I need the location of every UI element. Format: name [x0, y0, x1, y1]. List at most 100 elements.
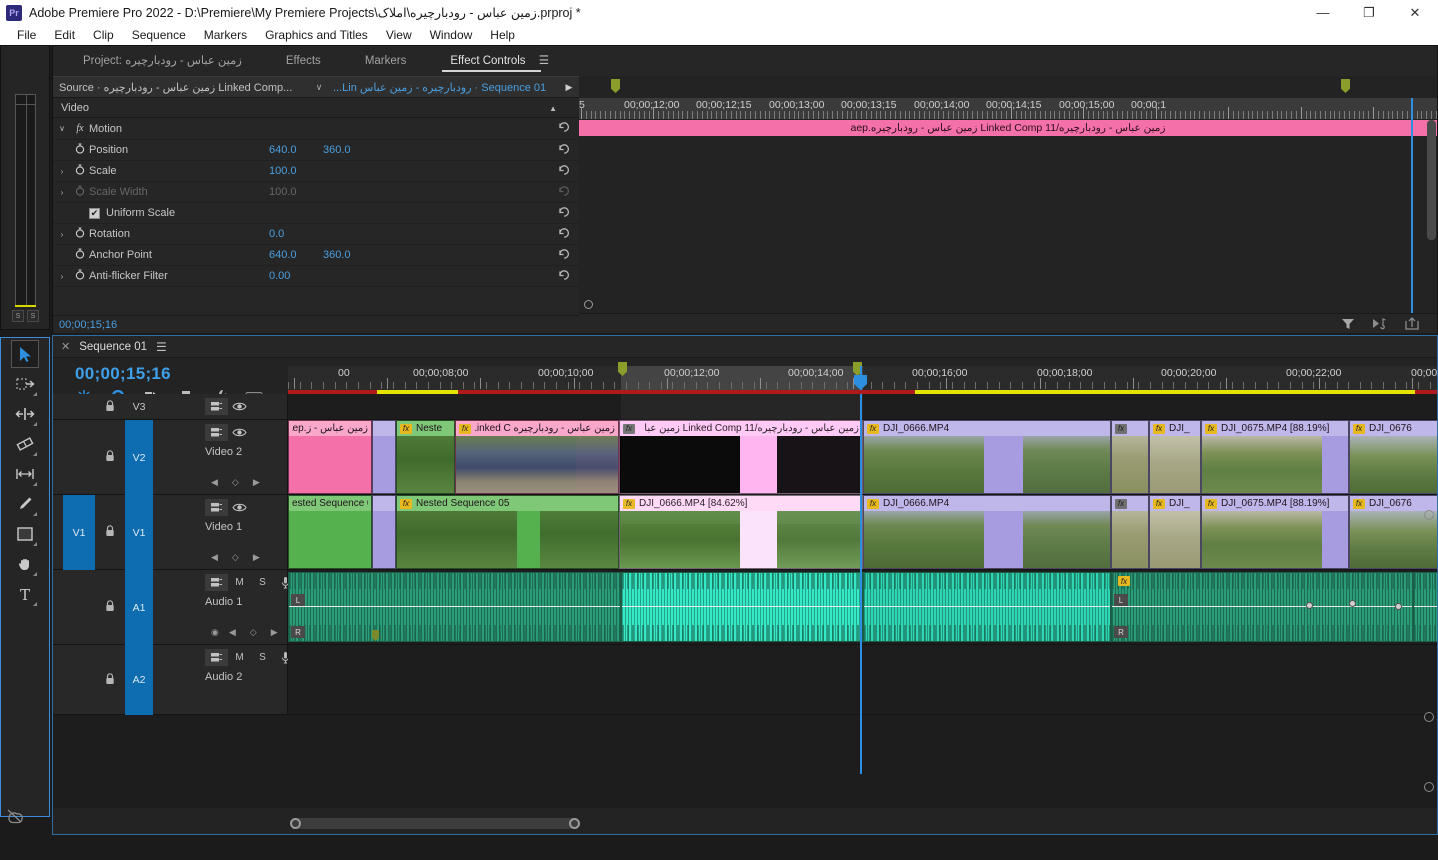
track-header-v2[interactable]: V2 Video 2 ◀ ◇ ▶: [53, 420, 288, 495]
clip-fx-badge[interactable]: fx: [1205, 498, 1217, 509]
tab-effect-controls[interactable]: Effect Controls ☰: [428, 46, 571, 76]
video-group-header[interactable]: Video ▲: [53, 98, 579, 118]
clip-fx-badge[interactable]: fx: [400, 498, 412, 509]
audio-clip[interactable]: LR: [1111, 572, 1413, 642]
pen-tool[interactable]: [11, 490, 39, 518]
clip-fx-badge[interactable]: fx: [400, 423, 412, 434]
track-number-a1[interactable]: A1: [125, 570, 153, 645]
track-header-v3[interactable]: V3: [53, 394, 288, 420]
track-lock-icon[interactable]: [105, 673, 115, 688]
track-header-a2[interactable]: A2 M S Audio 2: [53, 645, 289, 715]
stopwatch-icon[interactable]: [71, 164, 89, 178]
clip-fx-badge[interactable]: fx: [1115, 498, 1127, 509]
stopwatch-icon[interactable]: [71, 248, 89, 262]
eye-icon[interactable]: [228, 499, 251, 516]
timeline-ruler[interactable]: 00 00;00;08;00 00;00;10;00 00;00;12;00 0…: [288, 362, 1438, 390]
clip-fx-badge[interactable]: fx: [1353, 498, 1365, 509]
scale-width-expand-chevron-icon[interactable]: ›: [53, 188, 71, 197]
panel-menu-icon[interactable]: ☰: [156, 340, 167, 354]
clip-fx-badge[interactable]: fx: [623, 423, 635, 434]
scrollbar-left-handle[interactable]: [290, 818, 301, 829]
prev-keyframe-icon[interactable]: ◀: [211, 552, 218, 563]
audio-clip[interactable]: [1413, 572, 1437, 642]
property-row-scale-width[interactable]: › Scale Width 100.0: [53, 182, 579, 203]
rotation-value[interactable]: 0.0: [269, 228, 323, 240]
timeline-clip[interactable]: fx Nested Sequence 05: [396, 495, 619, 569]
timeline-clip[interactable]: [372, 495, 396, 569]
next-keyframe-icon[interactable]: ▶: [271, 627, 278, 638]
work-area-marker-icon[interactable]: [611, 79, 620, 93]
effect-controls-vertical-scrollbar[interactable]: [1427, 120, 1436, 240]
stopwatch-icon[interactable]: [71, 227, 89, 241]
anchor-point-x-value[interactable]: 640.0: [269, 249, 323, 261]
sync-lock-icon[interactable]: [205, 398, 228, 415]
clip-fx-badge[interactable]: fx: [1153, 498, 1165, 509]
track-content-a2[interactable]: [288, 645, 1437, 715]
filter-icon[interactable]: [1341, 317, 1355, 333]
menu-window[interactable]: Window: [421, 25, 482, 45]
property-row-rotation[interactable]: › Rotation 0.0: [53, 224, 579, 245]
track-content-v2[interactable]: زمین عباس - ز.aepfxNestefxزمین عباس - رو…: [288, 420, 1437, 495]
audio-gain-line[interactable]: [1112, 606, 1412, 607]
clip-fx-badge[interactable]: fx: [623, 498, 635, 509]
menu-view[interactable]: View: [377, 25, 421, 45]
track-name-a2[interactable]: Audio 2: [205, 671, 242, 683]
position-x-value[interactable]: 640.0: [269, 144, 323, 156]
close-icon[interactable]: ✕: [61, 340, 70, 353]
add-keyframe-icon[interactable]: ◇: [232, 477, 239, 488]
uniform-scale-checkbox[interactable]: ✔: [89, 207, 100, 219]
reset-icon[interactable]: [558, 121, 571, 136]
reset-icon[interactable]: [558, 143, 571, 158]
effect-controls-ruler[interactable]: 00;00;12;00 00;00;12;15 00;00;13;00 00;0…: [579, 98, 1437, 120]
track-height-handle[interactable]: [1424, 510, 1434, 520]
menu-clip[interactable]: Clip: [84, 25, 123, 45]
menu-help[interactable]: Help: [481, 25, 524, 45]
timeline-clip[interactable]: fx DJI_0675.MP4 [88.19%]: [1201, 495, 1349, 569]
anti-flicker-value[interactable]: 0.00: [269, 270, 323, 282]
stopwatch-icon[interactable]: [71, 269, 89, 283]
clip-fx-badge[interactable]: fx: [867, 498, 879, 509]
rolling-edit-tool[interactable]: [11, 430, 39, 458]
selection-tool[interactable]: [11, 340, 39, 368]
timeline-playhead[interactable]: [860, 394, 862, 774]
menu-sequence[interactable]: Sequence: [123, 25, 195, 45]
prev-keyframe-icon[interactable]: ◀: [211, 477, 218, 488]
solo-track-button[interactable]: S: [251, 574, 274, 591]
track-name-v1[interactable]: Video 1: [205, 521, 242, 533]
clip-fx-badge[interactable]: fx: [867, 423, 879, 434]
next-keyframe-icon[interactable]: ▶: [253, 477, 260, 488]
track-lock-icon[interactable]: [105, 400, 115, 415]
timeline-clip[interactable]: fx: [1111, 495, 1149, 569]
collapse-triangle-icon[interactable]: ▲: [549, 104, 557, 113]
meter-solo-left-button[interactable]: S: [12, 310, 24, 322]
menu-graphics-and-titles[interactable]: Graphics and Titles: [256, 25, 377, 45]
menu-markers[interactable]: Markers: [195, 25, 256, 45]
track-content-v3[interactable]: [288, 394, 1437, 420]
reset-icon[interactable]: [558, 164, 571, 179]
timeline-clip[interactable]: fx زمین عباس - رودبارچیرە/Linked Comp 11 …: [619, 420, 863, 494]
property-row-position[interactable]: Position 640.0 360.0: [53, 140, 579, 161]
audio-keyframe-dot[interactable]: [1395, 603, 1402, 610]
track-number-a2[interactable]: A2: [125, 645, 153, 715]
scale-expand-chevron-icon[interactable]: ›: [53, 167, 71, 176]
rectangle-tool[interactable]: [11, 520, 39, 548]
type-tool[interactable]: T: [11, 580, 39, 608]
track-select-forward-tool[interactable]: [11, 370, 39, 398]
stopwatch-icon[interactable]: [71, 143, 89, 157]
sync-lock-icon[interactable]: [205, 499, 228, 516]
timeline-clip[interactable]: fx زمین عباس - رودبارچیرە Linked C: [455, 420, 619, 494]
eye-icon[interactable]: [228, 398, 251, 415]
track-content-a1[interactable]: L R L Rfx: [288, 570, 1437, 645]
track-number-v3[interactable]: V3: [125, 394, 153, 420]
track-height-handle[interactable]: [1424, 782, 1434, 792]
source-patch-v1[interactable]: V1: [63, 495, 95, 570]
effect-controls-clip-bar[interactable]: زمین عباس - رودبارچیرە/Linked Comp 11 زم…: [579, 120, 1437, 136]
property-row-scale[interactable]: › Scale 100.0: [53, 161, 579, 182]
effect-controls-timecode[interactable]: 00;00;15;16: [53, 315, 579, 333]
sync-lock-icon[interactable]: [205, 649, 228, 666]
clip-fx-badge[interactable]: fx: [459, 423, 471, 434]
solo-track-button[interactable]: S: [251, 649, 274, 666]
anchor-point-y-value[interactable]: 360.0: [323, 249, 377, 261]
reset-icon[interactable]: [558, 248, 571, 263]
timeline-clip[interactable]: fx Neste: [396, 420, 455, 494]
